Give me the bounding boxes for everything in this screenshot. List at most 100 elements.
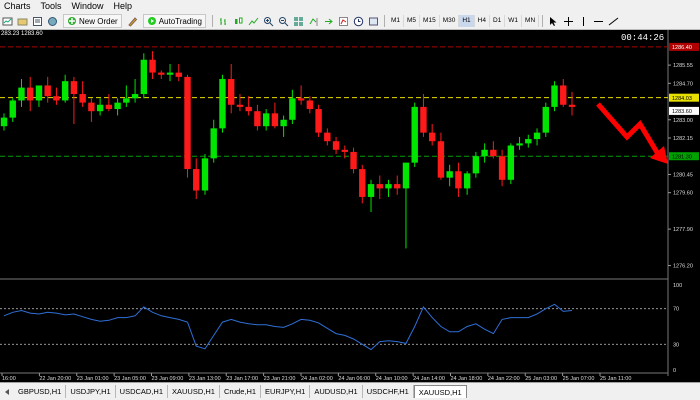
- candle-body: [9, 100, 16, 118]
- time-axis: 16:00 22 Jan 20:00 23 Jan 01:00 23 Jan 05:0…: [1, 373, 631, 382]
- navigator-icon[interactable]: [47, 16, 58, 27]
- new-order-button[interactable]: New Order: [63, 14, 122, 28]
- autoscroll-icon[interactable]: [323, 16, 334, 27]
- vertical-line-icon[interactable]: [578, 16, 589, 27]
- candle-body: [359, 169, 366, 197]
- price-label: 1276.20: [673, 264, 693, 270]
- candle-body: [27, 87, 34, 101]
- tile-windows-icon[interactable]: [293, 16, 304, 27]
- candle-body: [297, 98, 305, 101]
- timeframe-d1[interactable]: D1: [490, 15, 506, 27]
- timeframe-h4[interactable]: H4: [475, 15, 490, 27]
- chart-tab[interactable]: GBPUSD,H1: [14, 385, 67, 398]
- candle-body: [542, 106, 549, 133]
- candles-group: [0, 51, 576, 249]
- candle-body: [306, 100, 314, 110]
- candle-body: [0, 117, 8, 127]
- timeframe-m5[interactable]: M5: [404, 15, 421, 27]
- market-watch-icon[interactable]: [32, 16, 43, 27]
- price-box-green-label: 1281.30: [672, 154, 692, 160]
- horizontal-line-icon[interactable]: [593, 16, 604, 27]
- candle-body: [420, 106, 427, 133]
- menu-window[interactable]: Window: [68, 0, 110, 13]
- candle-body: [463, 173, 471, 189]
- autotrading-button[interactable]: AutoTrading: [142, 14, 206, 28]
- candle-body: [254, 111, 261, 127]
- chart-tab[interactable]: XAUUSD,H1: [168, 385, 220, 398]
- candle-body: [289, 98, 296, 120]
- chart-area[interactable]: 1285.55 1284.70 1283.00 1282.15 1280.45 1279.…: [0, 30, 700, 382]
- zoom-in-icon[interactable]: [263, 16, 274, 27]
- chart-tab[interactable]: EURJPY,H1: [261, 385, 311, 398]
- timeframe-w1[interactable]: W1: [505, 15, 523, 27]
- timeframe-m1[interactable]: M1: [388, 15, 405, 27]
- indicator-group: [0, 303, 668, 351]
- toolbar: New Order AutoTrading M1 M5 M15 M30 H1 H…: [0, 13, 700, 30]
- templates-icon[interactable]: [368, 16, 379, 27]
- chart-info-text: 283.23 1283.60: [1, 31, 43, 37]
- candle-body: [394, 184, 401, 189]
- candle-body: [149, 59, 156, 73]
- price-box-bid-label: 1283.60: [672, 109, 692, 115]
- toolbar-separator: [542, 15, 544, 27]
- periods-icon[interactable]: [353, 16, 364, 27]
- indicator-axis-label: 30: [673, 342, 679, 348]
- zoom-out-icon[interactable]: [278, 16, 289, 27]
- new-chart-icon[interactable]: [2, 16, 13, 27]
- candle-body: [446, 171, 453, 178]
- chart-tab[interactable]: USDCAD,H1: [116, 385, 168, 398]
- metaeditor-icon[interactable]: [127, 16, 138, 27]
- chart-tab[interactable]: USDCHF,H1: [363, 385, 414, 398]
- autotrading-label: AutoTrading: [158, 16, 202, 26]
- line-chart-icon[interactable]: [248, 16, 259, 27]
- cursor-icon[interactable]: [548, 16, 559, 27]
- indicator-axis-label: 70: [673, 307, 679, 313]
- candle-body: [201, 158, 209, 191]
- trendline-icon[interactable]: [608, 16, 619, 27]
- timeframe-h1[interactable]: H1: [459, 15, 475, 27]
- timeframe-m15[interactable]: M15: [420, 15, 440, 27]
- candle-body: [525, 139, 532, 144]
- price-label: 1282.15: [673, 136, 693, 142]
- chart-tab[interactable]: USDJPY,H1: [66, 385, 116, 398]
- menu-tools[interactable]: Tools: [37, 0, 68, 13]
- price-label: 1283.00: [673, 118, 693, 124]
- price-box-yellow-label: 1284.03: [672, 96, 692, 102]
- indicator-axis-label: 0: [673, 368, 676, 374]
- candle-body: [516, 143, 523, 146]
- price-axis: 1285.55 1284.70 1283.00 1282.15 1280.45 1279.…: [668, 42, 699, 374]
- candlestick-icon[interactable]: [233, 16, 244, 27]
- menu-help[interactable]: Help: [110, 0, 139, 13]
- indicators-icon[interactable]: [338, 16, 349, 27]
- candle-body: [44, 85, 51, 97]
- chart-tab[interactable]: AUDUSD,H1: [310, 385, 363, 398]
- tab-scroll-left-icon[interactable]: [3, 388, 11, 396]
- timeframe-m30[interactable]: M30: [440, 15, 460, 27]
- candle-body: [88, 102, 95, 112]
- candle-body: [96, 104, 104, 112]
- candle-body: [210, 128, 217, 159]
- price-label: 1285.55: [673, 63, 693, 69]
- candle-body: [131, 94, 139, 99]
- chart-tab[interactable]: XAUUSD,H1: [413, 385, 467, 398]
- new-order-label: New Order: [79, 16, 118, 26]
- chart-tab[interactable]: Crude,H1: [220, 385, 262, 398]
- chart-tab-bar: GBPUSD,H1 USDJPY,H1 USDCAD,H1 XAUUSD,H1 Crud…: [0, 382, 700, 400]
- chart-tabs: GBPUSD,H1 USDJPY,H1 USDCAD,H1 XAUUSD,H1 Crud…: [14, 385, 467, 398]
- candle-body: [18, 87, 25, 101]
- crosshair-icon[interactable]: [563, 16, 574, 27]
- chart-canvas[interactable]: 1285.55 1284.70 1283.00 1282.15 1280.45 1279.…: [0, 30, 700, 382]
- candle-body: [114, 102, 121, 110]
- candle-body: [455, 171, 462, 189]
- menu-charts[interactable]: Charts: [0, 0, 37, 13]
- chart-shift-icon[interactable]: [308, 16, 319, 27]
- terminal-window: Charts Tools Window Help New Order AutoT…: [0, 0, 700, 400]
- profiles-icon[interactable]: [17, 16, 28, 27]
- bar-chart-icon[interactable]: [218, 16, 229, 27]
- toolbar-separator: [211, 15, 213, 27]
- timeframe-mn[interactable]: MN: [522, 15, 540, 27]
- indicator-line: [3, 303, 573, 351]
- down-arrow-annotation[interactable]: [596, 102, 661, 156]
- candle-body: [61, 81, 69, 101]
- toolbar-separator: [383, 15, 385, 27]
